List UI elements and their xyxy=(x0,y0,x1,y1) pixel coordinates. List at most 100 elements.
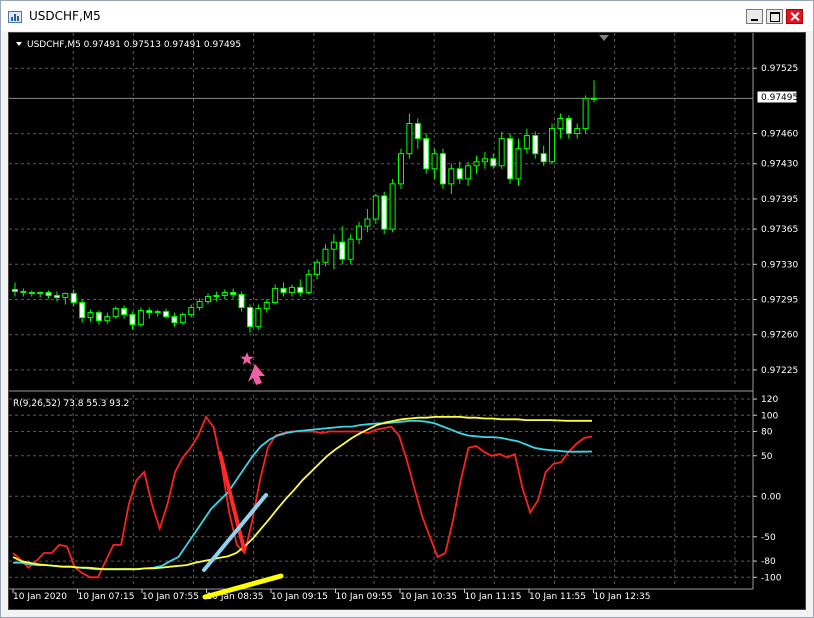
candle-body xyxy=(12,288,18,292)
triangle-down-icon[interactable] xyxy=(16,42,22,46)
price-tick-label: 0.97460 xyxy=(761,130,798,140)
osc-tick-label: 0.00 xyxy=(761,492,781,502)
candle-body xyxy=(205,295,211,303)
candle-body xyxy=(280,287,287,293)
candle-body xyxy=(246,307,253,328)
candle-body xyxy=(163,311,170,318)
candle-body xyxy=(146,310,153,314)
osc-series-line xyxy=(12,415,593,579)
candle-body xyxy=(314,261,321,275)
candle-body xyxy=(171,316,178,324)
time-tick-label: 10 Jan 12:35 xyxy=(594,592,651,602)
candle-body xyxy=(179,314,186,324)
osc-tick-label: 80 xyxy=(761,427,773,437)
candle-body xyxy=(456,168,463,180)
indicator-label: R(9,26,52) 73.8 55.3 93.2 xyxy=(13,399,129,409)
candle-body xyxy=(565,117,572,135)
time-tick-label: 10 Jan 11:15 xyxy=(465,592,522,602)
candle-body xyxy=(398,153,404,185)
candle-body xyxy=(230,291,237,295)
time-tick-label: 10 Jan 09:55 xyxy=(336,592,393,602)
candle-body xyxy=(112,308,119,318)
candle-body xyxy=(372,195,379,220)
candle-body xyxy=(481,158,488,163)
candle-body xyxy=(490,158,497,167)
price-and-oscillator-chart[interactable]: 0.97525 0.97460 0.97430 0.97395 0.97365 0.973… xyxy=(9,33,805,609)
terminal-window: USDCHF,M5 0.97525 0.97460 0.97430 0.97395 0.… xyxy=(0,0,814,618)
candle-body xyxy=(582,97,589,130)
time-tick-label: 10 Jan 07:15 xyxy=(78,592,135,602)
time-tick-label: 10 Jan 11:55 xyxy=(529,592,586,602)
candle-body xyxy=(347,238,354,260)
price-tick-label: 0.97525 xyxy=(761,64,798,74)
candle-body xyxy=(104,316,111,322)
candle-body xyxy=(423,138,430,170)
candle-body xyxy=(356,225,363,240)
chart-shift-icon[interactable] xyxy=(599,35,609,41)
candle-body xyxy=(154,311,161,314)
candle-body xyxy=(263,302,270,310)
candle-body xyxy=(272,287,279,304)
candle-body xyxy=(515,148,522,180)
price-tick-label: 0.97330 xyxy=(761,260,798,270)
chart-window-icon xyxy=(8,11,22,23)
candle-body xyxy=(129,314,136,326)
current-price-text: 0.97495 xyxy=(761,93,798,103)
price-tick-label: 0.97395 xyxy=(761,195,798,205)
osc-series-line xyxy=(12,415,592,571)
maximize-button[interactable] xyxy=(766,9,783,24)
candle-body xyxy=(498,138,505,167)
candle-body xyxy=(389,183,396,230)
candle-body xyxy=(557,117,564,130)
candle-body xyxy=(523,135,530,150)
candle-body xyxy=(305,273,312,293)
osc-tick-label: -50 xyxy=(761,533,776,543)
price-tick-label: 0.97430 xyxy=(761,160,798,170)
candle-body xyxy=(540,153,547,163)
candle-body xyxy=(364,218,371,227)
candle-body xyxy=(53,294,60,298)
candle-body xyxy=(431,153,438,170)
close-button[interactable] xyxy=(786,9,803,24)
osc-tick-label: -100 xyxy=(761,573,782,583)
candle-body xyxy=(381,195,388,230)
symbol-header-label: USDCHF,M5 0.97491 0.97513 0.97491 0.9749… xyxy=(27,40,241,50)
candle-body xyxy=(322,248,329,263)
candle-body xyxy=(188,307,195,316)
candle-body xyxy=(37,291,44,294)
title-bar[interactable]: USDCHF,M5 xyxy=(1,1,813,31)
time-tick-label: 10 Jan 07:55 xyxy=(142,592,199,602)
candle-body xyxy=(288,286,295,293)
price-tick-label: 0.97295 xyxy=(761,296,798,306)
candle-body xyxy=(137,310,144,326)
candle-body xyxy=(465,165,472,180)
candle-body xyxy=(221,291,228,296)
candle-body xyxy=(297,286,304,293)
minimize-button[interactable] xyxy=(746,9,763,24)
osc-tick-label: 100 xyxy=(761,411,778,421)
osc-tick-label: 50 xyxy=(761,452,773,462)
chart-canvas[interactable]: 0.97525 0.97460 0.97430 0.97395 0.97365 0.973… xyxy=(8,32,806,610)
candle-body xyxy=(414,123,421,140)
candle-body xyxy=(591,97,597,100)
candle-body xyxy=(574,128,581,135)
candle-body xyxy=(339,241,346,260)
candle-body xyxy=(238,293,245,309)
up-arrow-icon xyxy=(248,364,265,385)
candle-body xyxy=(87,312,94,319)
time-tick-label: 10 Jan 10:35 xyxy=(400,592,457,602)
price-tick-label: 0.97225 xyxy=(761,366,798,376)
candle-body xyxy=(330,241,337,250)
price-tick-label: 0.97365 xyxy=(761,225,798,235)
price-tick-label: 0.97260 xyxy=(761,331,798,341)
candle-body xyxy=(448,168,455,185)
candle-body xyxy=(473,161,480,167)
candle-body xyxy=(28,291,35,294)
osc-tick-label: 120 xyxy=(761,395,778,405)
candle-body xyxy=(70,292,77,304)
candle-body xyxy=(439,153,446,185)
candle-body xyxy=(62,292,69,298)
candle-body xyxy=(95,312,102,322)
candle-body xyxy=(507,138,514,180)
window-title: USDCHF,M5 xyxy=(29,9,101,23)
